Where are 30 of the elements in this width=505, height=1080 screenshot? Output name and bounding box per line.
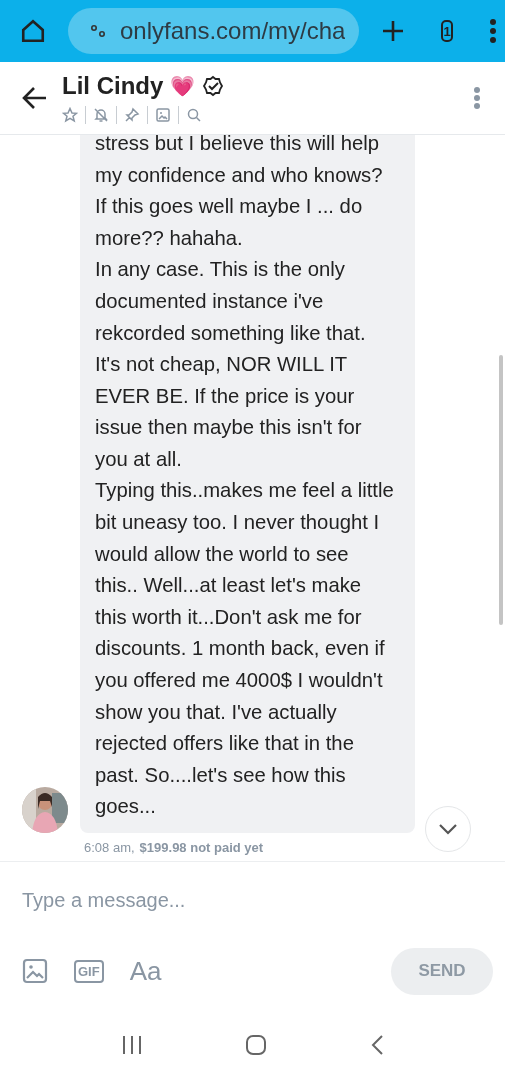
address-bar[interactable]: onlyfans.com/my/cha (68, 8, 360, 54)
message-text: stress but I believe this will help my confidence and who knows? If this goes well maybe I ... do more?? hahaha. (95, 135, 384, 251)
image-icon[interactable] (22, 958, 48, 984)
site-settings-icon (90, 23, 106, 39)
star-icon[interactable] (62, 107, 78, 123)
message-text: In any case. This is the only documented instance i've rekcorded something like that. It's not cheap, NOR WILL IT EVER BE. If the price is your issue then maybe this isn't for you at all. (95, 257, 367, 472)
pin-icon[interactable] (124, 107, 140, 123)
search-icon[interactable] (186, 107, 202, 123)
back-icon[interactable] (369, 1034, 384, 1056)
contact-name: Lil Cindy (62, 72, 164, 100)
back-arrow-icon[interactable] (22, 86, 48, 110)
scroll-down-button[interactable] (425, 806, 471, 852)
more-icon[interactable] (488, 18, 497, 44)
bell-off-icon[interactable] (93, 107, 109, 123)
scrollbar[interactable] (499, 355, 503, 625)
text-format-button[interactable]: Aa (129, 955, 162, 987)
gif-button[interactable]: GIF (74, 959, 104, 983)
new-tab-icon[interactable] (381, 19, 406, 43)
home-icon[interactable] (20, 18, 46, 44)
recent-apps-icon[interactable] (121, 1034, 144, 1056)
message-text: Typing this..makes me feel a little bit uneasy too. I never thought I would allow the world to see this.. Well...at least let's make this worth it...Don't ask me for discounts. 1 month back, even if you offered me 4000$ I wouldn't show you that. I've actually rejected offers like that in the past. So....let's see how this goes... (95, 478, 395, 820)
message-input[interactable]: Type a message... (22, 862, 493, 938)
tab-count-button[interactable]: 1 (441, 20, 453, 42)
image-icon[interactable] (155, 107, 171, 123)
price-status: $199.98 not paid yet (139, 840, 264, 855)
heart-emoji: 💗 (170, 76, 196, 96)
chevron-down-icon (438, 823, 458, 835)
more-icon[interactable] (473, 86, 481, 110)
message-time: 6:08 am, (84, 840, 135, 855)
home-button-icon[interactable] (245, 1034, 268, 1056)
